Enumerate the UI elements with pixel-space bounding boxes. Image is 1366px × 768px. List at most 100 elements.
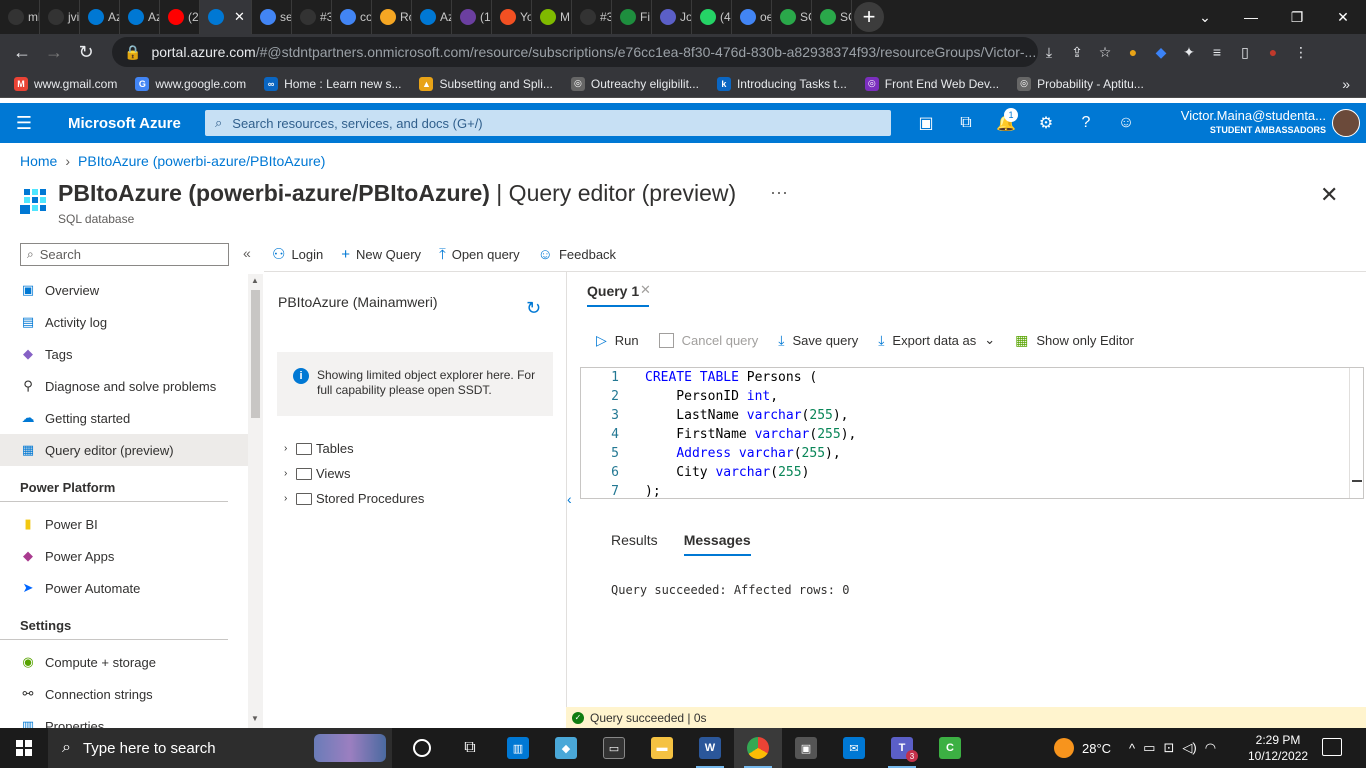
menu-scrollbar[interactable]: ▲ ▼	[248, 274, 263, 728]
editor-scrollbar[interactable]	[1349, 368, 1363, 498]
collapse-explorer-icon[interactable]: ‹	[567, 491, 572, 507]
browser-tab[interactable]: ✕	[200, 0, 252, 34]
temperature[interactable]: 28°C	[1082, 741, 1111, 756]
more-actions-icon[interactable]: ···	[770, 182, 788, 203]
share-icon[interactable]: ⇪	[1066, 41, 1088, 63]
breadcrumb-resource[interactable]: PBItoAzure (powerbi-azure/PBItoAzure)	[78, 153, 325, 169]
breadcrumb-home[interactable]: Home	[20, 153, 57, 169]
browser-tab[interactable]: (1,	[452, 0, 492, 34]
taskbar-app-icon[interactable]: ◆	[542, 728, 590, 768]
browser-tab[interactable]: Fi	[612, 0, 652, 34]
clock[interactable]: 2:29 PM 10/12/2022	[1248, 732, 1308, 764]
chevron-right-icon[interactable]: ›	[284, 468, 294, 479]
battery-icon[interactable]: ▭	[1143, 740, 1155, 756]
browser-tab[interactable]: Az	[80, 0, 120, 34]
bookmarks-overflow-icon[interactable]: »	[1342, 76, 1350, 92]
login-button[interactable]: ⚇ Login	[272, 243, 323, 265]
azure-brand[interactable]: Microsoft Azure	[68, 115, 181, 132]
bookmark[interactable]: Gwww.google.com	[135, 76, 246, 91]
camtasia-icon[interactable]: C	[926, 728, 974, 768]
browser-tab[interactable]: M	[532, 0, 572, 34]
forward-button[interactable]: →	[38, 36, 70, 68]
nav-item-power-automate[interactable]: ➤ Power Automate	[0, 572, 248, 604]
teams-icon[interactable]: T3	[878, 728, 926, 768]
browser-tab[interactable]: (4	[692, 0, 732, 34]
settings-gear-icon[interactable]: ⚙	[1026, 103, 1066, 143]
extension-icon[interactable]: ●	[1122, 41, 1144, 63]
browser-tab[interactable]: oe	[732, 0, 772, 34]
volume-icon[interactable]: ◁)	[1182, 740, 1196, 756]
wifi-icon[interactable]: ◠	[1205, 740, 1216, 756]
browser-tab[interactable]: (2(	[160, 0, 200, 34]
nav-item-query-editor[interactable]: ▦ Query editor (preview)	[0, 434, 248, 466]
browser-tab[interactable]: #3	[292, 0, 332, 34]
close-window-button[interactable]: ✕	[1320, 0, 1366, 34]
reload-button[interactable]: ↻	[70, 36, 102, 68]
chevron-right-icon[interactable]: ›	[284, 443, 294, 454]
show-only-editor-button[interactable]: ▦ Show only Editor	[1015, 330, 1134, 350]
collapse-menu-icon[interactable]: «	[243, 245, 251, 261]
extension-icon[interactable]: ◆	[1150, 41, 1172, 63]
bookmark[interactable]: ◎ Front End Web Dev...	[864, 76, 999, 91]
taskbar-app-icon[interactable]: ▣	[782, 728, 830, 768]
windows-start-button[interactable]	[0, 728, 48, 768]
menu-search-input[interactable]: ⌕ Search	[20, 243, 229, 266]
close-tab-icon[interactable]: ✕	[234, 9, 245, 25]
scrollbar-thumb[interactable]	[251, 290, 260, 418]
sql-editor[interactable]: 1 CREATE TABLE Persons (2 PersonID int, 3 …	[580, 367, 1364, 499]
chrome-icon[interactable]	[734, 728, 782, 768]
tab-results[interactable]: Results	[611, 532, 658, 556]
bookmark[interactable]: k Introducing Tasks t...	[716, 76, 847, 91]
browser-tab[interactable]: ml	[0, 0, 40, 34]
bookmark-star-icon[interactable]: ☆	[1094, 41, 1116, 63]
portal-menu-icon[interactable]: ☰	[0, 103, 48, 143]
feedback-button[interactable]: ☺ Feedback	[538, 243, 616, 265]
tab-query-1[interactable]: Query 1	[587, 283, 639, 299]
tab-search-button[interactable]: ⌄	[1182, 0, 1228, 34]
bookmark[interactable]: ◎ Probability - Aptitu...	[1017, 76, 1144, 91]
taskbar-search-input[interactable]: ⌕ Type here to search	[48, 728, 392, 768]
word-icon[interactable]: W	[686, 728, 734, 768]
nav-item-activity-log[interactable]: ▤ Activity log	[0, 306, 248, 338]
sidepanel-icon[interactable]: ▯	[1234, 41, 1256, 63]
minimize-button[interactable]: —	[1228, 0, 1274, 34]
cloud-shell-icon[interactable]: ▣	[906, 103, 946, 143]
browser-tab[interactable]: se	[252, 0, 292, 34]
browser-tab[interactable]: Yo	[492, 0, 532, 34]
chevron-right-icon[interactable]: ›	[284, 493, 294, 504]
network-icon[interactable]: ⊡	[1163, 740, 1174, 756]
weather-sun-icon[interactable]	[1054, 738, 1074, 758]
menu-icon[interactable]: ⋮	[1290, 41, 1312, 63]
notifications-bell-icon[interactable]: 🔔 1	[986, 103, 1026, 143]
nav-item-tag[interactable]: ◆ Tags	[0, 338, 248, 370]
browser-tab[interactable]: #3	[572, 0, 612, 34]
nav-item-power-apps[interactable]: ◆ Power Apps	[0, 540, 248, 572]
browser-tab[interactable]: jvi	[40, 0, 80, 34]
chevron-up-icon[interactable]: ^	[1129, 741, 1135, 756]
nav-item-compute[interactable]: ◉ Compute + storage	[0, 646, 248, 678]
browser-tab[interactable]: Az	[412, 0, 452, 34]
nav-item-sql[interactable]: ▣ Overview	[0, 274, 248, 306]
avatar[interactable]	[1332, 109, 1360, 137]
scroll-down-icon[interactable]: ▼	[251, 714, 259, 723]
browser-tab[interactable]: co	[332, 0, 372, 34]
save-query-button[interactable]: ⤓ Save query	[778, 330, 858, 350]
terminal-icon[interactable]: ▭	[590, 728, 638, 768]
puzzle-icon[interactable]: ✦	[1178, 41, 1200, 63]
run-button[interactable]: ▷ Run	[596, 330, 639, 350]
tree-item-stored-procedures[interactable]: › Stored Procedures	[284, 491, 424, 506]
restore-button[interactable]: ❐	[1274, 0, 1320, 34]
taskbar-app-icon[interactable]: ▥	[494, 728, 542, 768]
export-data-dropdown[interactable]: ⤓ Export data as ⌄	[878, 330, 995, 350]
help-icon[interactable]: ?	[1066, 103, 1106, 143]
bookmark[interactable]: ∞ Home : Learn new s...	[264, 76, 401, 91]
mail-icon[interactable]: ✉	[830, 728, 878, 768]
task-view-icon[interactable]: ⧉	[446, 728, 494, 768]
refresh-icon[interactable]: ↻	[526, 298, 541, 319]
tree-item-views[interactable]: › Views	[284, 466, 350, 481]
browser-tab[interactable]: SC	[772, 0, 812, 34]
address-bar[interactable]: 🔒 portal.azure.com /#@stdntpartners.onmi…	[112, 37, 1038, 67]
account-info[interactable]: Victor.Maina@studenta... STUDENT AMBASSA…	[1181, 108, 1326, 135]
profile-avatar-icon[interactable]: ●	[1262, 41, 1284, 63]
directory-filter-icon[interactable]: ⧉	[946, 103, 986, 143]
